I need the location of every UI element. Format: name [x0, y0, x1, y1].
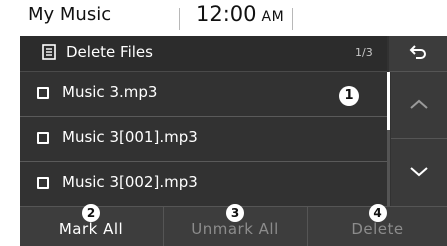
unmark-all-label: Unmark All: [191, 220, 279, 238]
page-indicator: 1/3: [355, 46, 373, 59]
clock: 12:00 AM: [196, 2, 284, 26]
mark-all-button[interactable]: 2 Mark All: [20, 204, 162, 246]
file-name: Music 3.mp3: [62, 83, 158, 101]
delete-label: Delete: [351, 220, 404, 238]
clock-time: 12:00: [196, 2, 257, 26]
scrollbar-thumb[interactable]: [387, 72, 390, 130]
file-list: Music 3.mp3 1 Music 3[001].mp3 Music 3[0…: [20, 72, 387, 206]
back-button[interactable]: [389, 36, 447, 72]
mark-all-label: Mark All: [58, 220, 124, 238]
delete-button[interactable]: 4 Delete: [307, 204, 447, 246]
file-name: Music 3[002].mp3: [62, 173, 198, 191]
app-title: My Music: [28, 4, 112, 25]
back-arrow-icon: [409, 45, 426, 59]
clock-ampm: AM: [261, 9, 285, 25]
unmark-all-button[interactable]: 3 Unmark All: [163, 204, 306, 246]
header-title: Delete Files: [66, 43, 153, 61]
list-item[interactable]: Music 3[002].mp3: [20, 162, 387, 206]
scroll-up-button[interactable]: [391, 72, 447, 139]
list-item[interactable]: Music 3.mp3 1: [20, 72, 387, 117]
callout-marker: 1: [339, 86, 359, 106]
status-divider: [179, 8, 180, 30]
music-delete-screen: My Music 12:00 AM Delete Files 1/3 Music …: [0, 0, 447, 246]
file-name: Music 3[001].mp3: [62, 128, 198, 146]
checkbox[interactable]: [37, 132, 49, 144]
checkbox[interactable]: [37, 177, 49, 189]
chevron-up-icon: [410, 99, 428, 109]
list-item[interactable]: Music 3[001].mp3: [20, 117, 387, 162]
list-header: Delete Files 1/3: [20, 36, 387, 72]
document-list-icon: [42, 44, 56, 60]
scroll-down-button[interactable]: [391, 139, 447, 206]
checkbox[interactable]: [37, 87, 49, 99]
status-divider: [292, 8, 293, 30]
chevron-down-icon: [410, 167, 428, 177]
status-bar: My Music 12:00 AM: [0, 0, 447, 36]
